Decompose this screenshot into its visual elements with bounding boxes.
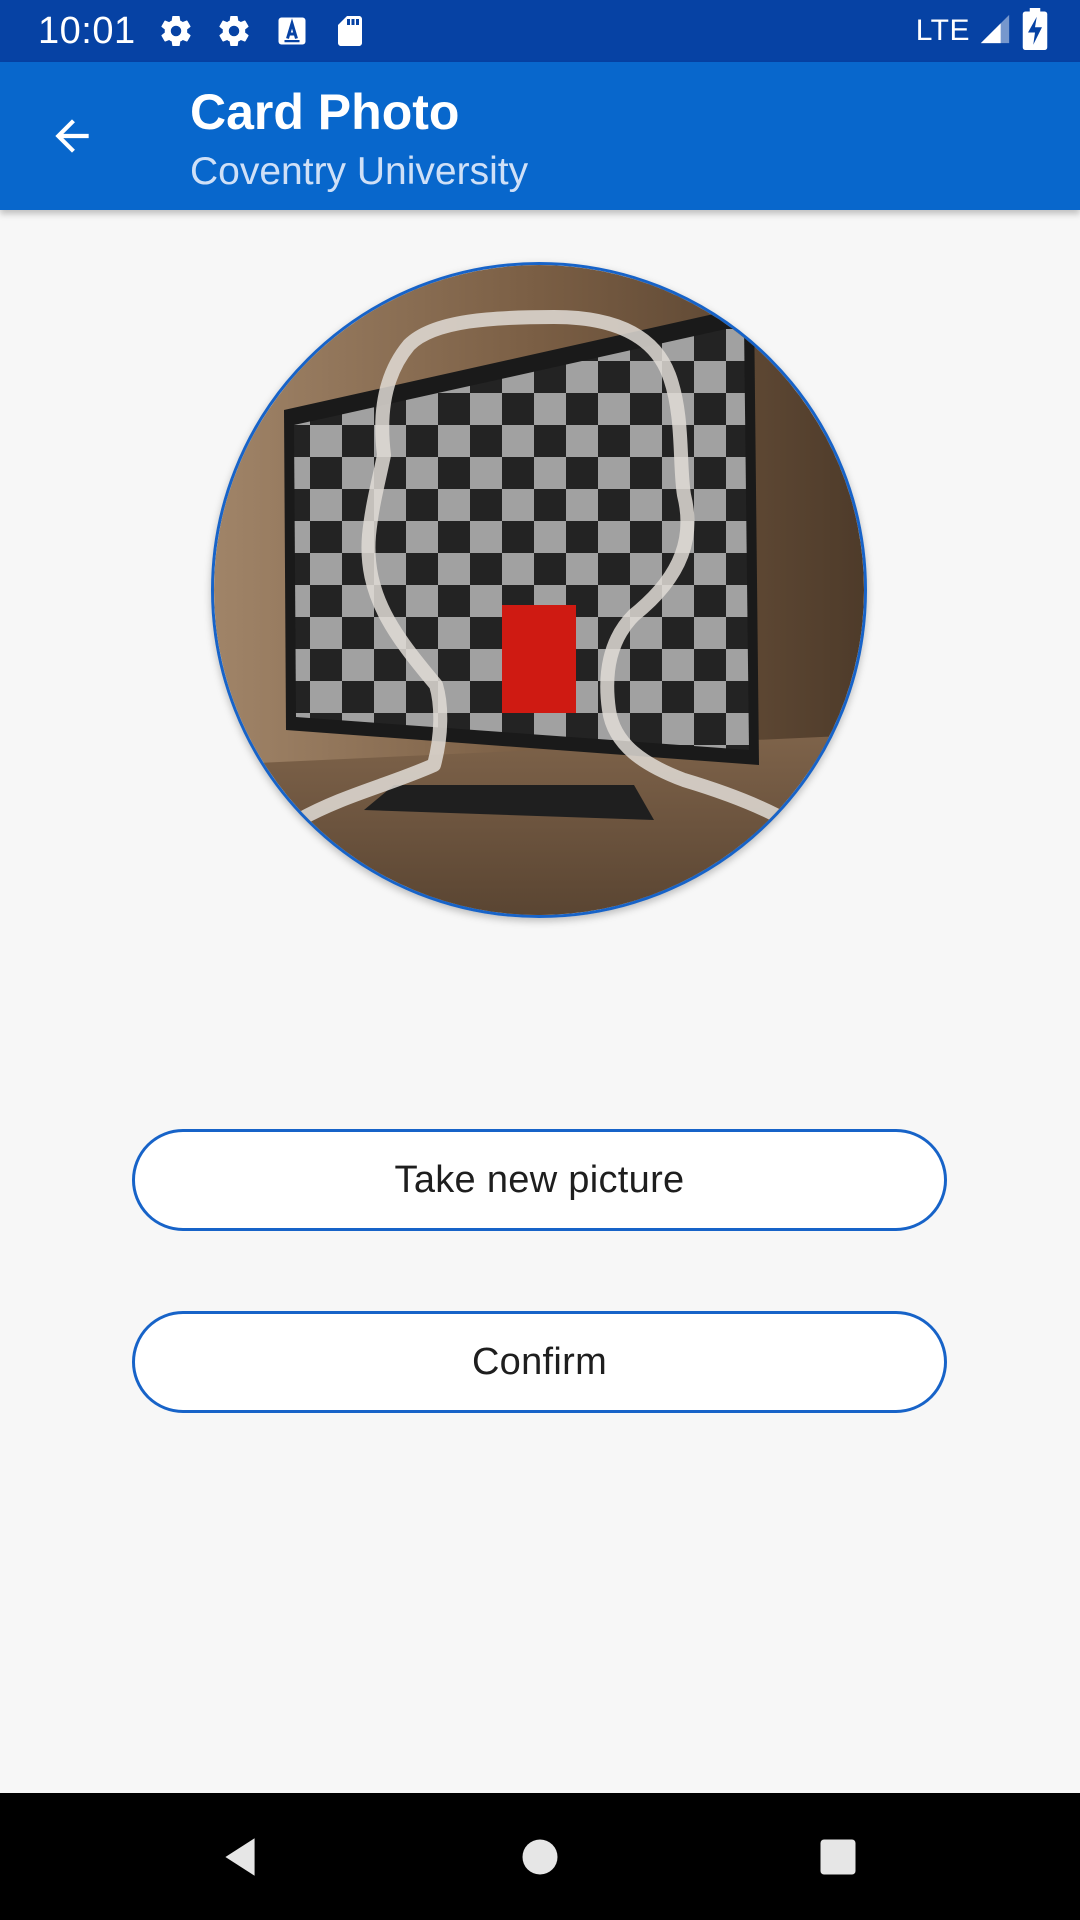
keyboard-a-icon [274,13,310,49]
status-system-icons: LTE [915,7,1050,55]
status-bar: 10:01 LTE [0,0,1080,62]
nav-home-button[interactable] [500,1817,580,1897]
system-navigation-bar [0,1793,1080,1920]
nav-home-icon [522,1839,558,1875]
status-time: 10:01 [38,10,136,52]
take-new-picture-button[interactable]: Take new picture [132,1129,947,1231]
nav-back-button[interactable] [200,1817,280,1897]
settings-icon [216,13,252,49]
page-subtitle: Coventry University [190,150,529,193]
confirm-button[interactable]: Confirm [132,1311,947,1413]
status-notification-icons [158,12,368,50]
card-photo-preview [211,262,867,918]
back-button[interactable] [36,100,108,172]
red-target [502,605,576,713]
photo-shelf [214,735,864,915]
settings-icon [158,13,194,49]
battery-charging-icon [1020,7,1050,55]
nav-back-icon [225,1838,255,1876]
page-title: Card Photo [190,84,460,140]
network-type: LTE [915,14,970,47]
arrow-back-icon [55,119,89,153]
sd-card-icon [332,13,368,49]
signal-icon [978,12,1012,51]
app-bar: Card Photo Coventry University [0,62,1080,210]
nav-recents-button[interactable] [798,1817,878,1897]
nav-recents-icon [820,1839,856,1875]
